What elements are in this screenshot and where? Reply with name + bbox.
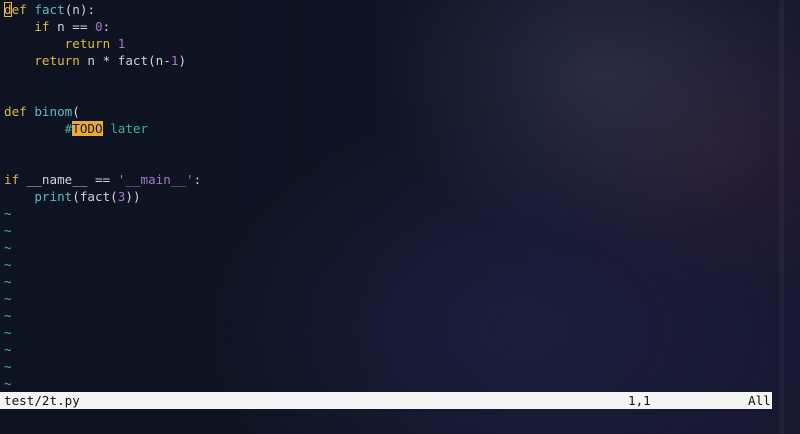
empty-line-marker: ~ [4, 223, 12, 238]
empty-line-marker: ~ [4, 206, 12, 221]
empty-line-marker: ~ [4, 257, 12, 272]
keyword-def: def [4, 104, 27, 119]
comment-text: later [102, 121, 149, 136]
status-filename: test/2t.py [4, 393, 80, 408]
code-line-12: print(fact(3)) [34, 189, 141, 204]
code-text: (n): [64, 2, 96, 17]
empty-line-marker: ~ [4, 240, 12, 255]
keyword-return: return [64, 36, 111, 51]
empty-line-marker: ~ [4, 342, 12, 357]
keyword-def: ef [11, 2, 27, 17]
code-line-3: return 1 [4, 35, 126, 52]
empty-line-marker: ~ [4, 291, 12, 306]
code-text: (fact( [72, 189, 118, 204]
status-bar: test/2t.py 1,1 All [0, 392, 772, 409]
code-line-7: def binom( [4, 104, 80, 119]
code-line-8: #TODO later [4, 120, 148, 137]
code-line-4: return n * fact(n-1) [34, 53, 187, 68]
number-literal: 1 [117, 36, 126, 51]
code-text: n * fact(n- [79, 53, 171, 68]
cursor: d [4, 2, 12, 17]
keyword-return: return [34, 53, 80, 68]
scrollbar[interactable] [779, 0, 784, 434]
number-literal: 0 [95, 19, 103, 34]
function-name: binom [34, 104, 73, 119]
empty-line-marker: ~ [4, 308, 12, 323]
code-line-1: def fact(n): [4, 1, 95, 18]
code-text: __name__ == [19, 172, 118, 187]
code-line-2: if n == 0: [34, 19, 111, 34]
keyword-if: if [4, 172, 20, 187]
string-literal: '__main__' [117, 172, 194, 187]
function-name: fact [34, 2, 65, 17]
todo-highlight: TODO [72, 121, 103, 136]
empty-line-marker: ~ [4, 325, 12, 340]
code-line-11: if __name__ == '__main__': [4, 172, 202, 187]
code-text: n == [49, 19, 96, 34]
empty-line-marker: ~ [4, 274, 12, 289]
empty-line-marker: ~ [4, 359, 12, 374]
editor-buffer[interactable]: def fact(n): if n == 0: return 1 return … [0, 0, 800, 391]
empty-line-marker: ~ [4, 376, 12, 391]
keyword-if: if [34, 19, 50, 34]
status-cursor-position: 1,1 [628, 393, 651, 408]
status-scroll-position: All [748, 393, 771, 408]
builtin-print: print [34, 189, 73, 204]
